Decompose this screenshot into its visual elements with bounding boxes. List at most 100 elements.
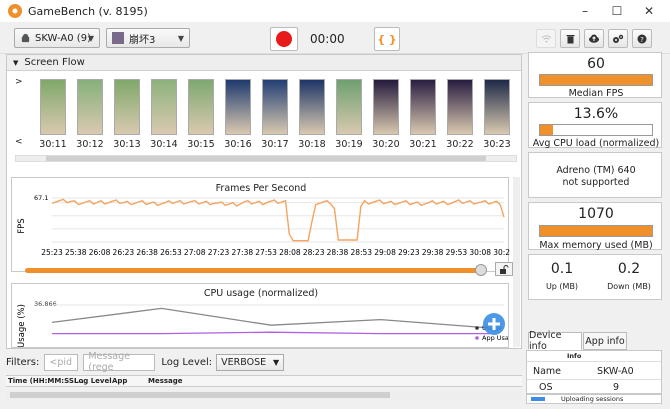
close-button[interactable]: ✕ xyxy=(632,0,666,22)
title-bar: GameBench (v. 8195) – ☐ ✕ xyxy=(0,0,670,22)
screen-thumbnail[interactable] xyxy=(151,79,177,135)
minimize-button[interactable]: – xyxy=(568,0,602,22)
log-col-app[interactable]: App xyxy=(112,377,127,385)
cpu-chart: Usage (%) 36.866 Usage App Usage xyxy=(17,300,508,347)
thumbnail-timestamp: 30:12 xyxy=(76,139,104,150)
thumbnail-timestamp: 30:13 xyxy=(113,139,141,150)
chevron-down-icon: ▼ xyxy=(87,34,94,43)
maximize-button[interactable]: ☐ xyxy=(600,0,634,22)
help-icon: ? xyxy=(637,34,647,44)
thumbnail-timestamp: 30:15 xyxy=(187,139,215,150)
fps-stat-card: 60 Median FPS xyxy=(528,52,662,99)
fps-xtick-label: 30:08 xyxy=(469,248,491,257)
median-fps-bar-fill xyxy=(540,75,652,85)
window-title: GameBench (v. 8195) xyxy=(28,4,148,18)
cpu-ytick: 36.866 xyxy=(34,300,57,308)
charts-scrollbar[interactable] xyxy=(513,177,520,347)
screen-thumbnail[interactable] xyxy=(188,79,214,135)
log-level-select[interactable]: VERBOSE ▼ xyxy=(216,353,285,371)
median-fps-value: 60 xyxy=(587,56,605,72)
screen-thumbnail[interactable] xyxy=(299,79,325,135)
screen-flow-strip[interactable]: > < 30:11 30:12 30:13 30:14 30:15 30:16 30:17 3… xyxy=(13,77,517,155)
screen-thumbnail[interactable] xyxy=(114,79,140,135)
median-fps-label: Median FPS xyxy=(568,88,624,99)
screen-thumbnail[interactable] xyxy=(410,79,436,135)
message-filter-input[interactable]: Message (rege xyxy=(83,351,156,373)
thumbnail-timestamp: 30:19 xyxy=(335,139,363,150)
help-button[interactable]: ? xyxy=(632,29,652,48)
fps-chart: FPS 67.1 25:23 25:38 26:08 26:23 26:38 26:53 2… xyxy=(17,194,510,257)
fps-xtick-label: 28:23 xyxy=(303,248,325,257)
screen-thumbnail[interactable] xyxy=(262,79,288,135)
trash-icon xyxy=(566,34,574,43)
gamebench-window: GameBench (v. 8195) – ☐ ✕ SKW-A0 (9) ▼ 崩… xyxy=(0,0,670,409)
screen-thumbnail[interactable] xyxy=(447,79,473,135)
fps-xtick-label: 25:38 xyxy=(65,248,87,257)
fps-xtick-label: 26:38 xyxy=(136,248,158,257)
record-button[interactable] xyxy=(270,27,298,51)
strip-scroll-thumb[interactable] xyxy=(46,156,486,161)
info-value-name: SKW-A0 xyxy=(597,366,634,377)
upload-progress-fill xyxy=(531,397,545,401)
legend-usage-dot xyxy=(475,326,479,330)
avg-cpu-label: Avg CPU load (normalized) xyxy=(532,138,660,149)
screen-thumbnail[interactable] xyxy=(484,79,510,135)
info-tabs: Device info App info xyxy=(526,330,662,352)
pid-filter-input[interactable]: <pid xyxy=(44,353,79,371)
log-hscrollbar[interactable] xyxy=(6,391,522,399)
strip-left-arrow-bottom[interactable]: < xyxy=(15,137,23,147)
upload-button[interactable] xyxy=(584,29,604,48)
settings-button[interactable] xyxy=(608,29,628,48)
upload-label: Up (MB) xyxy=(545,282,579,291)
wifi-button[interactable] xyxy=(536,29,556,48)
strip-left-arrow[interactable]: > xyxy=(15,77,23,87)
gpu-name: Adreno (TM) 640 xyxy=(556,165,636,176)
thumbnail-timestamp: 30:22 xyxy=(446,139,474,150)
fps-range-slider[interactable] xyxy=(25,268,481,273)
markers-button[interactable]: { } xyxy=(374,27,400,51)
fps-xtick-label: 26:53 xyxy=(160,248,182,257)
toolbar: SKW-A0 (9) ▼ 崩坏3 ▼ 00:00 { } ? xyxy=(0,22,670,54)
game-select[interactable]: 崩坏3 ▼ xyxy=(106,28,190,48)
screen-thumbnail[interactable] xyxy=(77,79,103,135)
screen-thumbnail[interactable] xyxy=(40,79,66,135)
log-col-time[interactable]: Time (HH:MM:SS:… xyxy=(8,377,84,385)
median-fps-bar xyxy=(539,74,653,86)
fps-xtick-label: 27:38 xyxy=(232,248,254,257)
fps-slider-knob[interactable] xyxy=(475,264,487,276)
screen-flow-header[interactable]: ▼ Screen Flow xyxy=(7,55,521,71)
log-level-label: Log Level: xyxy=(161,356,213,368)
legend-app-usage-dot xyxy=(475,336,479,340)
delete-button[interactable] xyxy=(560,29,580,48)
thumbnail-timestamp: 30:23 xyxy=(483,139,511,150)
thumbnail-timestamp: 30:16 xyxy=(224,139,252,150)
strip-scrollbar[interactable] xyxy=(15,155,517,162)
tab-app-info[interactable]: App info xyxy=(583,332,627,350)
screen-thumbnail[interactable] xyxy=(373,79,399,135)
fps-xtick-label: 29:08 xyxy=(374,248,396,257)
device-select[interactable]: SKW-A0 (9) ▼ xyxy=(14,28,100,48)
lock-button[interactable] xyxy=(495,262,513,276)
screen-flow-title: Screen Flow xyxy=(24,57,85,68)
max-memory-value: 1070 xyxy=(578,206,614,222)
log-scroll-thumb[interactable] xyxy=(10,392,390,398)
screen-thumbnail[interactable] xyxy=(336,79,362,135)
stats-sidebar: 60 Median FPS 13.6% Avg CPU load (normal… xyxy=(526,52,666,406)
tab-device-info[interactable]: Device info xyxy=(528,330,582,352)
log-col-level[interactable]: Log Level xyxy=(74,377,112,385)
log-col-message[interactable]: Message xyxy=(148,377,183,385)
fps-ymax-label: 67.1 xyxy=(34,194,48,202)
gamebench-logo-icon xyxy=(8,4,22,18)
thumbnail-timestamp: 30:18 xyxy=(298,139,326,150)
log-table-header: Time (HH:MM:SS:… Log Level App Message xyxy=(6,375,522,387)
zoom-plus-icon[interactable] xyxy=(483,313,505,335)
cpu-stat-card: 13.6% Avg CPU load (normalized) xyxy=(528,102,662,149)
screen-thumbnail[interactable] xyxy=(225,79,251,135)
info-key-name: Name xyxy=(533,366,562,377)
record-icon xyxy=(276,31,292,47)
cpu-app-line xyxy=(52,331,490,335)
collapse-triangle-icon: ▼ xyxy=(13,58,19,67)
thumbnail-timestamp: 30:11 xyxy=(39,139,67,150)
fps-ylabel: FPS xyxy=(17,218,27,233)
svg-text:?: ? xyxy=(640,36,644,44)
